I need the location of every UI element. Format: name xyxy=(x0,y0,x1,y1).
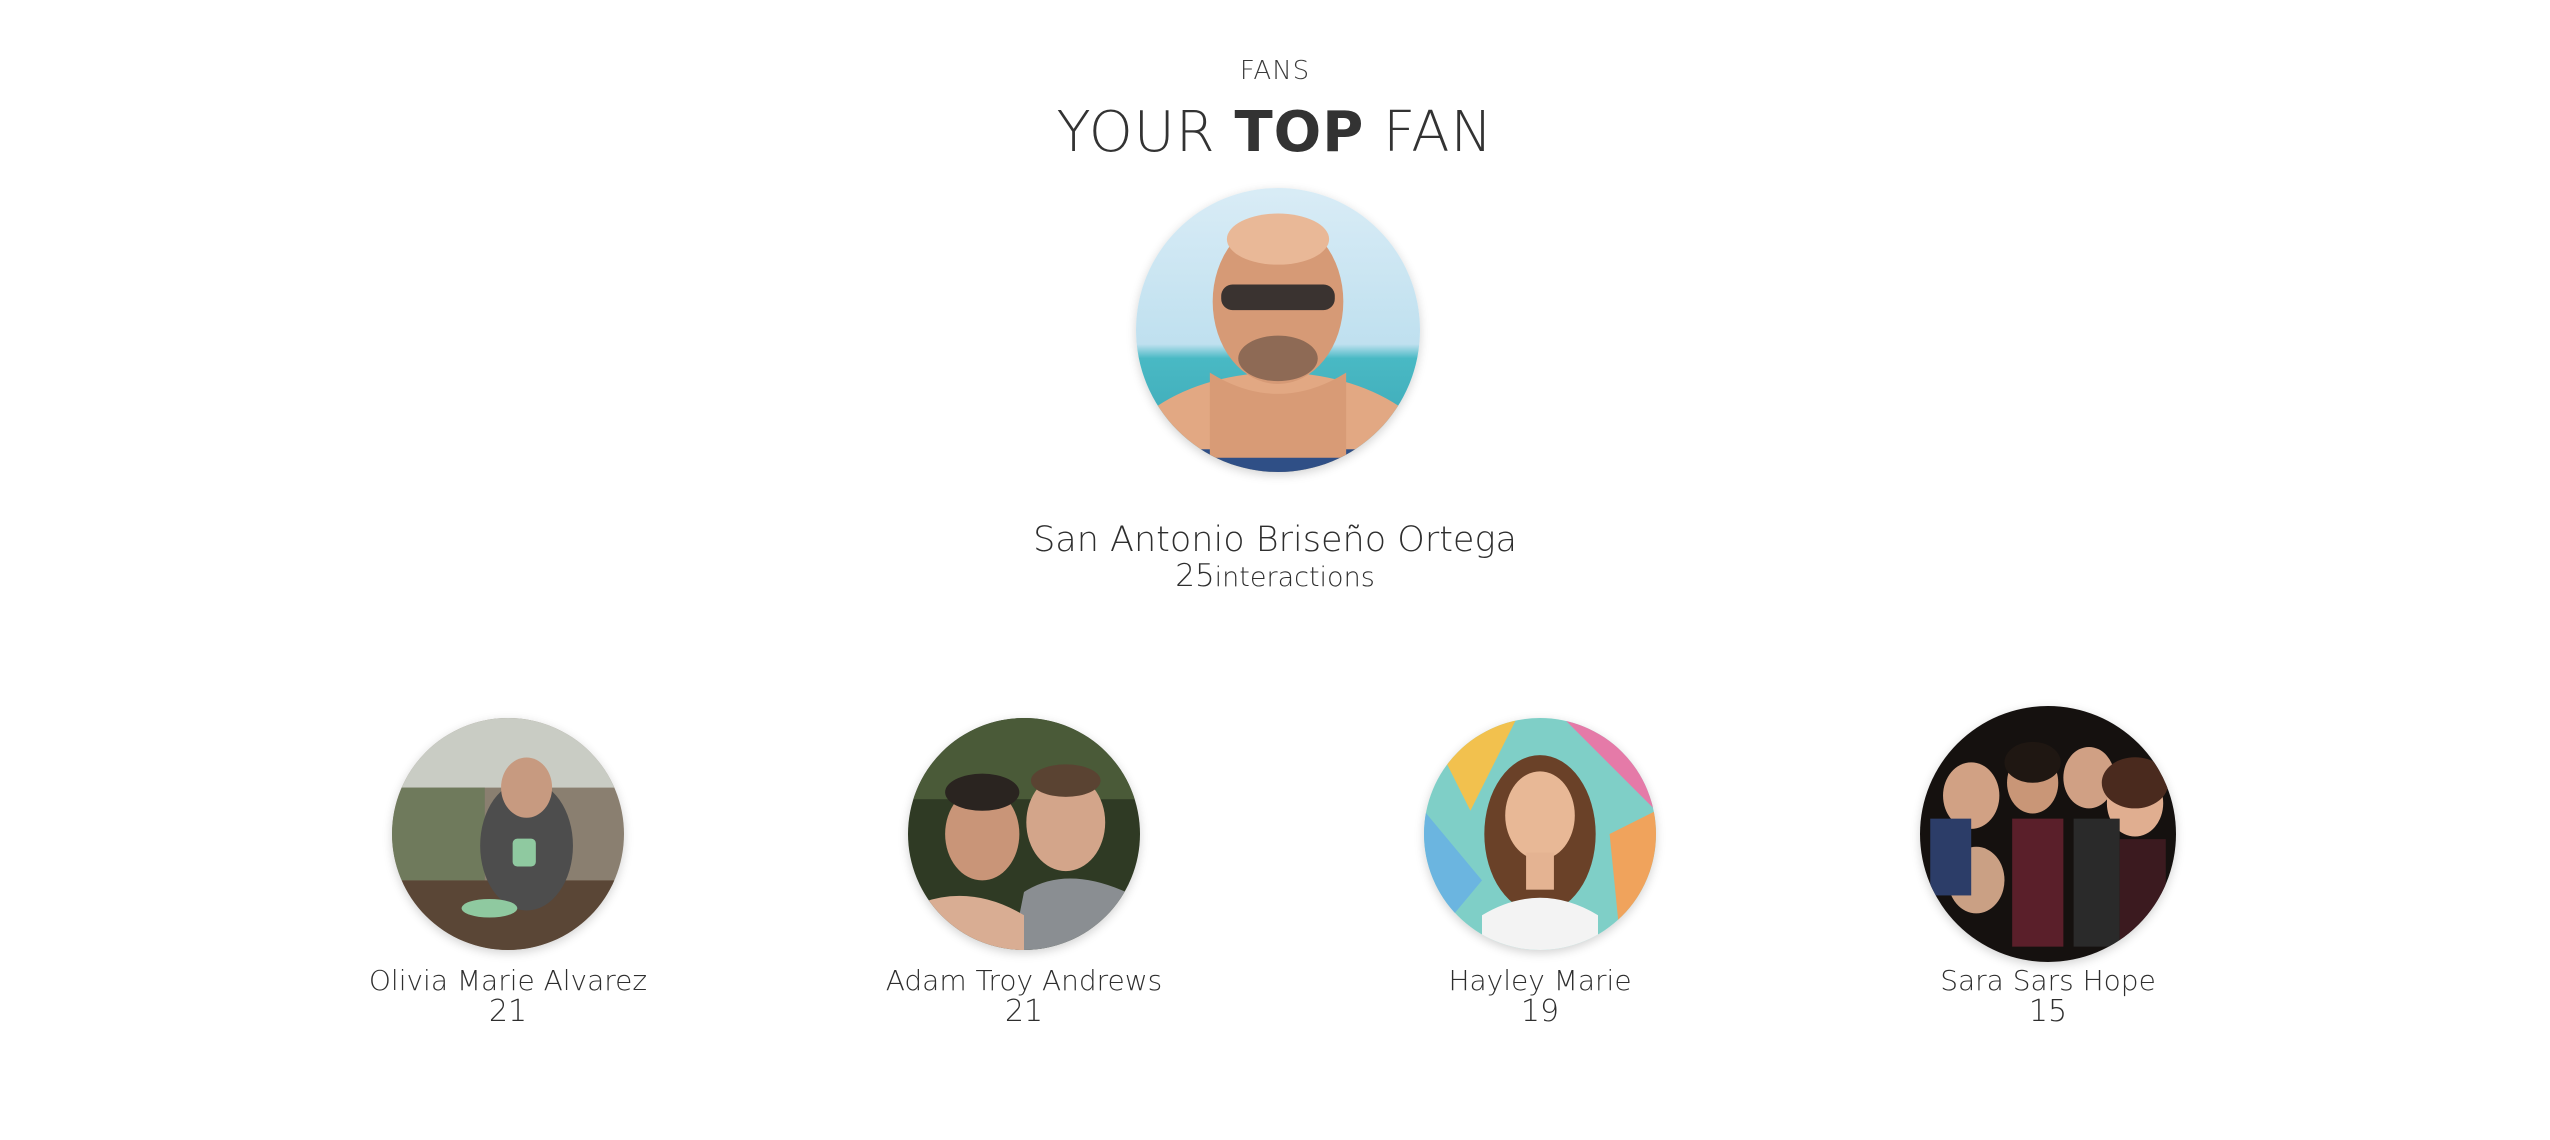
fan-count-1: 21 xyxy=(488,994,528,1029)
top-fan-name[interactable]: San Antonio Briseño Ortega xyxy=(0,520,2550,560)
fan-avatar-2[interactable] xyxy=(908,718,1140,950)
fan-photo-1 xyxy=(392,718,624,950)
section-label: FANS xyxy=(1239,56,1311,86)
fan-count-3: 19 xyxy=(1520,994,1560,1029)
fan-photo-2 xyxy=(908,718,1140,950)
fan-name-1[interactable]: Olivia Marie Alvarez xyxy=(258,964,758,997)
fan-name-2[interactable]: Adam Troy Andrews xyxy=(774,964,1274,997)
fan-name-4[interactable]: Sara Sars Hope xyxy=(1798,964,2298,997)
page-title: YOUR TOP FAN xyxy=(0,100,2550,165)
title-suffix: FAN xyxy=(1383,100,1494,165)
fan-avatar-1[interactable] xyxy=(392,718,624,950)
fan-name-3[interactable]: Hayley Marie xyxy=(1290,964,1790,997)
fan-photo-4 xyxy=(1920,706,2176,962)
fan-avatar-4[interactable] xyxy=(1920,706,2176,962)
top-fan-photo xyxy=(1136,188,1420,472)
top-fan-avatar[interactable] xyxy=(1136,188,1420,472)
top-fan-count-suffix: interactions xyxy=(1214,562,1375,593)
fan-count-4: 15 xyxy=(2028,994,2068,1029)
top-fan-count: 25 xyxy=(1175,558,1215,594)
title-emphasis: TOP xyxy=(1234,100,1365,165)
fan-photo-3 xyxy=(1424,718,1656,950)
title-prefix: YOUR xyxy=(1056,100,1216,165)
top-fan-interactions: 25interactions xyxy=(0,558,2550,594)
fan-avatar-3[interactable] xyxy=(1424,718,1656,950)
fan-count-2: 21 xyxy=(1004,994,1044,1029)
